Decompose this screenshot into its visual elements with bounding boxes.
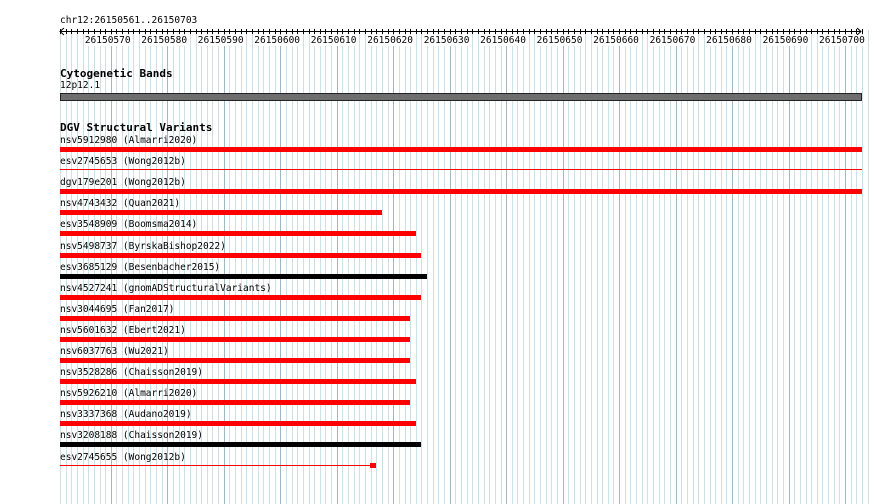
dgv-feature-bar[interactable] <box>60 337 410 342</box>
dgv-feature-label[interactable]: nsv3337368 (Audano2019) <box>60 409 192 420</box>
ruler-tick-label: 26150600 <box>253 35 302 46</box>
dgv-feature-label[interactable]: nsv4527241 (gnomADStructuralVariants) <box>60 283 272 294</box>
dgv-feature-label[interactable]: nsv5926210 (Almarri2020) <box>60 388 197 399</box>
dgv-feature-label[interactable]: nsv4743432 (Quan2021) <box>60 198 180 209</box>
ruler-tick-label: 26150620 <box>366 35 414 46</box>
ruler-tick-label: 26150610 <box>309 35 358 46</box>
dgv-feature-label[interactable]: nsv3208188 (Chaisson2019) <box>60 430 203 441</box>
dgv-feature-bar[interactable] <box>60 358 410 363</box>
dgv-feature-bar[interactable] <box>60 253 421 258</box>
dgv-feature-bar[interactable] <box>60 400 410 405</box>
ruler-tick-label: 26150650 <box>535 35 584 46</box>
ruler-tick-label: 26150580 <box>140 35 189 46</box>
ruler-tick-label: 26150700 <box>818 35 866 46</box>
ruler-tick-label: 26150630 <box>422 35 471 46</box>
cytoband-track-title: Cytogenetic Bands <box>60 67 173 80</box>
ruler-tick-label: 26150680 <box>705 35 753 46</box>
dgv-feature-label[interactable]: esv2745655 (Wong2012b) <box>60 452 186 463</box>
dgv-feature-label[interactable]: dgv179e201 (Wong2012b) <box>60 177 186 188</box>
dgv-feature-label[interactable]: nsv3528286 (Chaisson2019) <box>60 367 203 378</box>
dgv-feature-bar[interactable] <box>60 379 416 384</box>
dgv-feature-bar[interactable] <box>60 442 421 447</box>
dgv-feature-bar[interactable] <box>60 147 862 152</box>
dgv-feature-bar[interactable] <box>60 274 427 279</box>
dgv-feature-label[interactable]: nsv5912980 (Almarri2020) <box>60 135 197 146</box>
dgv-feature-label[interactable]: nsv3044695 (Fan2017) <box>60 304 174 315</box>
genome-browser-view: chr12:26150561..26150703 26150570 2615058… <box>0 0 890 504</box>
ruler-tick-label: 26150590 <box>196 35 245 46</box>
dgv-feature-bar[interactable] <box>60 231 416 236</box>
dgv-feature-label[interactable]: nsv6037763 (Wu2021) <box>60 346 169 357</box>
ruler-tick-label: 26150570 <box>83 35 132 46</box>
cytoband-label: 12p12.1 <box>60 80 101 91</box>
dgv-feature-bar[interactable] <box>60 295 421 300</box>
ruler-tick-label: 26150660 <box>592 35 640 46</box>
dgv-feature-label[interactable]: nsv5601632 (Ebert2021) <box>60 325 186 336</box>
cytoband-bar[interactable] <box>60 93 862 101</box>
dgv-feature-end-block[interactable] <box>370 463 376 468</box>
ruler-tick-label: 26150670 <box>648 35 697 46</box>
dgv-feature-label[interactable]: esv3548909 (Boomsma2014) <box>60 219 197 230</box>
dgv-feature-bar[interactable] <box>60 421 416 426</box>
ruler-tick-label: 26150640 <box>479 35 527 46</box>
dgv-track-title: DGV Structural Variants <box>60 121 213 134</box>
dgv-feature-bar[interactable] <box>60 210 382 215</box>
dgv-feature-bar[interactable] <box>60 189 862 194</box>
dgv-feature-label[interactable]: nsv5498737 (ByrskaBishop2022) <box>60 241 226 252</box>
dgv-feature-label[interactable]: esv3685129 (Besenbacher2015) <box>60 262 220 273</box>
dgv-feature-bar[interactable] <box>60 316 410 321</box>
dgv-feature-label[interactable]: esv2745653 (Wong2012b) <box>60 156 186 167</box>
dgv-feature-bar[interactable] <box>60 465 376 466</box>
dgv-feature-bar[interactable] <box>60 169 862 170</box>
ruler-tick-label: 26150690 <box>761 35 810 46</box>
